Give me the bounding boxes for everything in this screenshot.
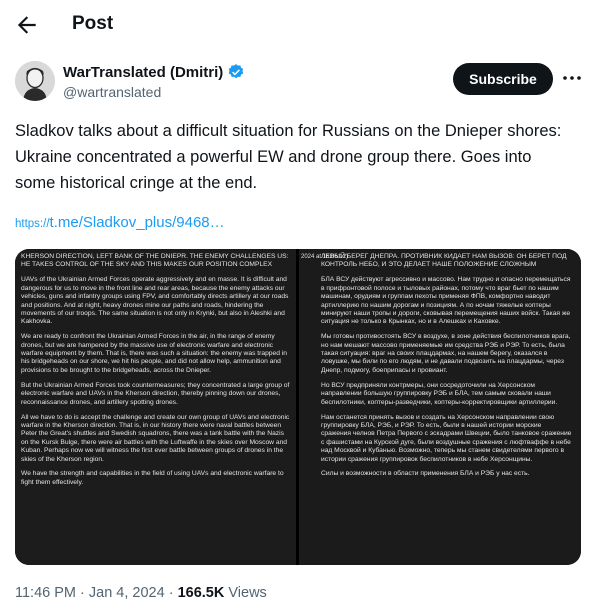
author-name-label: WarTranslated (Dmitri)	[63, 63, 224, 81]
avatar[interactable]	[15, 61, 55, 101]
right-paragraph: Мы готовы противостоять ВСУ в воздухе, в…	[321, 333, 571, 374]
media-image-right[interactable]: 2024 at 16:06:12) ЛЕВЫЙ БЕРЕГ ДНЕПРА. ПР…	[299, 249, 581, 565]
views-label: Views	[224, 585, 267, 601]
media-image-left[interactable]: KHERSON DIRECTION, LEFT BANK OF THE DNIE…	[15, 249, 296, 565]
left-paragraph: UAVs of the Ukrainian Armed Forces opera…	[21, 276, 289, 326]
left-paragraph: All we have to do is accept the challeng…	[21, 413, 290, 463]
author-name[interactable]: WarTranslated (Dmitri)	[63, 63, 245, 81]
author-handle[interactable]: @wartranslated	[63, 84, 161, 100]
tweet-link-text: t.me/Sladkov_plus/9468…	[49, 214, 225, 231]
right-paragraph: Силы и возможности в области применения …	[321, 470, 530, 478]
tweet-link[interactable]: https://t.me/Sladkov_plus/9468…	[15, 214, 225, 231]
tweet-meta: 11:46 PM · Jan 4, 2024 · 166.5K Views	[15, 585, 267, 601]
right-paragraph: БЛА ВСУ действуют агрессивно и массово. …	[321, 276, 571, 326]
post-header: Post	[0, 0, 597, 50]
view-count: 166.5K	[177, 585, 225, 601]
more-options-icon[interactable]	[560, 66, 584, 90]
meta-separator: ·	[76, 585, 89, 601]
post-date[interactable]: Jan 4, 2024	[89, 585, 165, 601]
right-paragraph: Но ВСУ предприняли контрмеры, они сосред…	[321, 381, 558, 406]
media-attachment[interactable]: KHERSON DIRECTION, LEFT BANK OF THE DNIE…	[15, 249, 581, 565]
right-paragraph: ЛЕВЫЙ БЕРЕГ ДНЕПРА. ПРОТИВНИК КИДАЕТ НАМ…	[321, 253, 567, 269]
right-paragraph: Нам останется принять вызов и создать на…	[321, 413, 572, 463]
tweet-link-prefix: https://	[15, 218, 50, 230]
tweet-text: Sladkov talks about a difficult situatio…	[15, 122, 562, 192]
subscribe-button[interactable]: Subscribe	[453, 63, 553, 95]
verified-badge-icon	[229, 64, 244, 79]
page-title: Post	[72, 13, 114, 34]
back-arrow-icon[interactable]	[14, 12, 40, 38]
right-image-text: ЛЕВЫЙ БЕРЕГ ДНЕПРА. ПРОТИВНИК КИДАЕТ НАМ…	[321, 253, 573, 485]
left-image-text: KHERSON DIRECTION, LEFT BANK OF THE DNIE…	[21, 253, 291, 494]
left-paragraph: But the Ukrainian Armed Forces took coun…	[21, 381, 290, 406]
left-paragraph: KHERSON DIRECTION, LEFT BANK OF THE DNIE…	[21, 253, 289, 269]
post-time[interactable]: 11:46 PM	[15, 585, 76, 601]
left-paragraph: We are ready to confront the Ukrainian A…	[21, 333, 288, 374]
meta-separator: ·	[164, 585, 178, 601]
left-paragraph: We have the strength and capabilities in…	[21, 470, 284, 486]
